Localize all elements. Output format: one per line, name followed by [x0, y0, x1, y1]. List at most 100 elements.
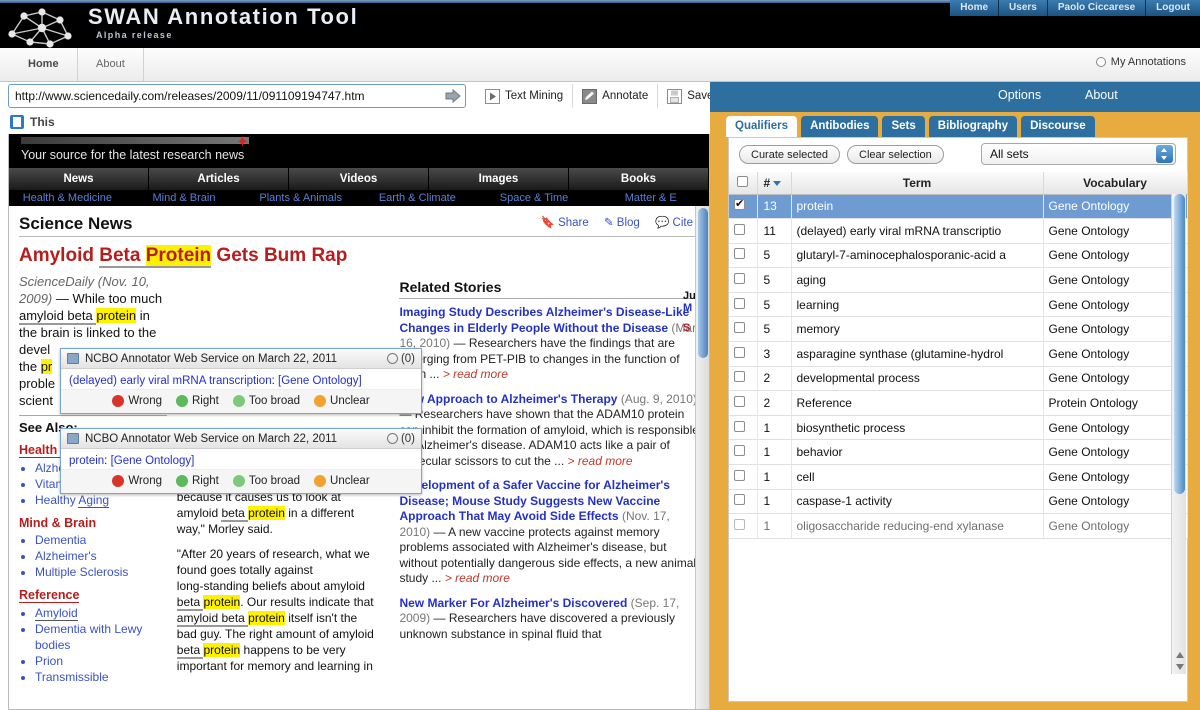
- row-checkbox-cell[interactable]: [729, 194, 758, 220]
- row-checkbox[interactable]: [734, 445, 745, 457]
- row-checkbox[interactable]: [734, 519, 745, 531]
- annotate-button[interactable]: Annotate: [573, 84, 659, 108]
- rate-unclear-button[interactable]: Unclear: [314, 475, 370, 487]
- table-row[interactable]: 11 (delayed) early viral mRNA transcript…: [729, 218, 1188, 244]
- row-checkbox-cell[interactable]: [729, 489, 758, 515]
- table-row[interactable]: 1 cell Gene Ontology: [729, 464, 1188, 490]
- list-item[interactable]: Amyloid: [35, 605, 167, 621]
- row-checkbox[interactable]: [734, 420, 745, 432]
- row-checkbox-cell[interactable]: [729, 292, 758, 318]
- row-checkbox-cell[interactable]: [729, 341, 758, 367]
- read-more-link[interactable]: > read more: [445, 571, 510, 585]
- tab-antibodies[interactable]: Antibodies: [801, 116, 879, 137]
- sd-subnav-health[interactable]: Health & Medicine: [9, 192, 126, 206]
- col-term[interactable]: Term: [791, 172, 1044, 195]
- rate-unclear-button[interactable]: Unclear: [314, 395, 370, 407]
- browser-scrollbar-thumb[interactable]: [698, 208, 708, 358]
- related-story-link[interactable]: New Marker For Alzheimer's Discovered: [399, 596, 627, 610]
- sd-nav-books[interactable]: Books: [569, 168, 709, 190]
- url-input[interactable]: [8, 84, 466, 108]
- col-count[interactable]: #: [757, 172, 792, 195]
- table-row[interactable]: 1 oligosaccharide reducing-end xylanase …: [729, 513, 1188, 539]
- topnav-item-home[interactable]: Home: [950, 0, 1000, 16]
- sd-subnav-matter[interactable]: Matter & E: [592, 192, 709, 206]
- row-checkbox[interactable]: [734, 396, 745, 408]
- row-checkbox[interactable]: [734, 322, 745, 334]
- list-item[interactable]: Healthy Healthy AgingAging: [35, 492, 167, 508]
- topnav-item-logout[interactable]: Logout: [1146, 0, 1200, 16]
- related-story-link[interactable]: New Approach to Alzheimer's Therapy: [399, 392, 617, 406]
- table-row[interactable]: 2 Reference Protein Ontology: [729, 390, 1188, 416]
- scroll-up-icon[interactable]: [1176, 652, 1184, 658]
- cite-link[interactable]: 💬 Cite: [655, 217, 693, 229]
- table-row[interactable]: 5 learning Gene Ontology: [729, 292, 1188, 318]
- row-checkbox-cell[interactable]: [729, 366, 758, 392]
- topnav-item-users[interactable]: Users: [999, 0, 1048, 16]
- col-vocabulary[interactable]: Vocabulary: [1043, 172, 1188, 195]
- rate-wrong-button[interactable]: Wrong: [112, 475, 162, 487]
- panel-about-link[interactable]: About: [1085, 88, 1118, 102]
- sd-subnav-earth[interactable]: Earth & Climate: [359, 192, 476, 206]
- annotation-popup-2[interactable]: NCBO Annotator Web Service on March 22, …: [60, 428, 422, 494]
- topnav-item-user[interactable]: Paolo Ciccarese: [1047, 0, 1147, 16]
- sd-nav-news[interactable]: News: [9, 168, 149, 190]
- rate-too-broad-button[interactable]: Too broad: [232, 395, 300, 407]
- my-annotations-toggle[interactable]: My Annotations: [1095, 56, 1186, 68]
- tab-sets[interactable]: Sets: [882, 116, 925, 137]
- sd-subnav-plants[interactable]: Plants & Animals: [242, 192, 359, 206]
- row-checkbox[interactable]: [734, 297, 745, 309]
- row-checkbox[interactable]: [734, 346, 745, 358]
- go-arrow-icon[interactable]: [444, 88, 462, 104]
- sd-nav-articles[interactable]: Articles: [149, 168, 289, 190]
- table-row[interactable]: 5 glutaryl-7-aminocephalosporanic-acid a…: [729, 243, 1188, 269]
- table-row[interactable]: 5 aging Gene Ontology: [729, 267, 1188, 293]
- sd-nav-images[interactable]: Images: [429, 168, 569, 190]
- col-select-all[interactable]: [729, 172, 758, 195]
- stepper-icon[interactable]: [1156, 145, 1173, 163]
- table-row[interactable]: 1 caspase-1 activity Gene Ontology: [729, 489, 1188, 515]
- secnav-item-about[interactable]: About: [78, 48, 144, 81]
- table-scrollbar-thumb[interactable]: [1174, 194, 1185, 494]
- tab-qualifiers[interactable]: Qualifiers: [726, 116, 798, 137]
- annotation-popup-1[interactable]: NCBO Annotator Web Service on March 22, …: [60, 348, 422, 414]
- table-row[interactable]: 2 developmental process Gene Ontology: [729, 366, 1188, 392]
- list-item[interactable]: Dementia: [35, 532, 167, 548]
- read-more-link[interactable]: > read more: [568, 454, 633, 468]
- scroll-down-icon[interactable]: [1176, 664, 1184, 670]
- read-more-link[interactable]: > read more: [443, 367, 508, 381]
- curate-selected-button[interactable]: Curate selected: [739, 145, 841, 164]
- row-checkbox-cell[interactable]: [729, 415, 758, 441]
- tab-bibliography[interactable]: Bibliography: [928, 116, 1018, 137]
- blog-link[interactable]: ✎ Blog: [604, 217, 640, 229]
- options-link[interactable]: Options: [998, 88, 1041, 102]
- clear-selection-button[interactable]: Clear selection: [847, 145, 944, 164]
- sd-nav-videos[interactable]: Videos: [289, 168, 429, 190]
- rate-wrong-button[interactable]: Wrong: [112, 395, 162, 407]
- row-checkbox[interactable]: [734, 494, 745, 506]
- table-row[interactable]: 1 behavior Gene Ontology: [729, 439, 1188, 466]
- row-checkbox[interactable]: [734, 469, 745, 481]
- list-item[interactable]: Multiple Sclerosis: [35, 564, 167, 580]
- row-checkbox-cell[interactable]: [729, 316, 758, 343]
- row-checkbox[interactable]: [734, 371, 745, 383]
- row-checkbox-cell[interactable]: [729, 218, 758, 244]
- list-item[interactable]: Prion: [35, 653, 167, 669]
- row-checkbox-cell[interactable]: [729, 439, 758, 466]
- row-checkbox[interactable]: [734, 223, 745, 235]
- row-checkbox-cell[interactable]: [729, 390, 758, 416]
- table-row[interactable]: 1 biosynthetic process Gene Ontology: [729, 415, 1188, 441]
- row-checkbox[interactable]: [734, 248, 745, 260]
- tab-discourse[interactable]: Discourse: [1021, 116, 1095, 137]
- sd-subnav-space[interactable]: Space & Time: [476, 192, 593, 206]
- table-row[interactable]: 3 asparagine synthase (glutamine-hydrol …: [729, 341, 1188, 367]
- text-mining-button[interactable]: Text Mining: [476, 84, 574, 108]
- row-checkbox-cell[interactable]: [729, 464, 758, 490]
- select-all-checkbox[interactable]: [737, 175, 749, 187]
- rate-right-button[interactable]: Right: [176, 475, 219, 487]
- popup-vocabulary-link[interactable]: [Gene Ontology]: [278, 375, 362, 387]
- popup-term-link[interactable]: (delayed) early viral mRNA transcription: [69, 375, 272, 387]
- browser-scrollbar[interactable]: [695, 206, 709, 709]
- list-item[interactable]: Alzheimer's: [35, 548, 167, 564]
- secnav-item-home[interactable]: Home: [10, 48, 78, 81]
- row-checkbox-cell[interactable]: [729, 243, 758, 269]
